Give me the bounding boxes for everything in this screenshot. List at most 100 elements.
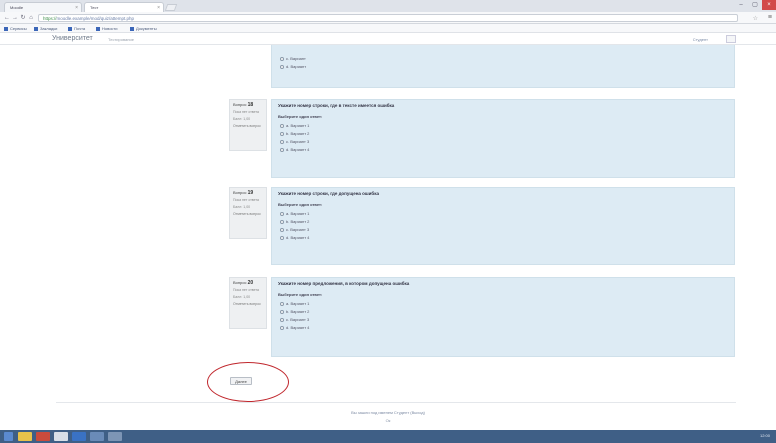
question-number: Вопрос 18: [233, 102, 254, 108]
tab-label: Тест: [90, 5, 99, 10]
avatar[interactable]: [726, 35, 736, 43]
radio-icon[interactable]: [280, 148, 284, 152]
question-score: Балл: 1,00: [233, 205, 251, 209]
radio-icon[interactable]: [280, 228, 284, 232]
bookmarks-bar: Сервисы Закладки Почта Новости Документы: [0, 24, 776, 33]
answer-prompt: Выберите один ответ:: [278, 292, 323, 297]
radio-icon[interactable]: [280, 140, 284, 144]
answer-option[interactable]: c. Вариант 3: [278, 316, 728, 324]
user-menu-link[interactable]: Студент: [693, 37, 708, 42]
app-icon[interactable]: [108, 432, 122, 441]
radio-icon[interactable]: [280, 132, 284, 136]
answer-option[interactable]: d. Вариант 4: [278, 234, 728, 242]
start-button[interactable]: [4, 432, 13, 441]
question-text: Укажите номер предложения, в котором доп…: [278, 281, 410, 286]
answer-option[interactable]: a. Вариант 1: [278, 210, 728, 218]
answer-option[interactable]: b. Вариант 2: [278, 130, 728, 138]
answer-prompt: Выберите один ответ:: [278, 202, 323, 207]
bookmark-item[interactable]: Закладки: [34, 26, 57, 31]
browser-icon[interactable]: [36, 432, 50, 441]
question-status: Пока нет ответа: [233, 288, 259, 292]
radio-icon[interactable]: [280, 220, 284, 224]
media-icon[interactable]: [54, 432, 68, 441]
answer-option[interactable]: d. Вариант 4: [278, 146, 728, 154]
bookmark-icon: [130, 26, 134, 31]
footer-divider: [56, 402, 736, 403]
question-content: Укажите номер строки, где допущена ошибк…: [271, 187, 735, 265]
bookmark-item[interactable]: Документы: [130, 26, 157, 31]
back-icon[interactable]: ←: [4, 15, 10, 21]
bookmark-icon: [4, 26, 8, 31]
answer-option[interactable]: a. Вариант 1: [278, 300, 728, 308]
maximize-icon[interactable]: ▢: [748, 0, 762, 10]
question-info: Вопрос 20 Пока нет ответа Балл: 1,00 Отм…: [229, 277, 267, 329]
question-info: Вопрос 18 Пока нет ответа Балл: 1,00 Отм…: [229, 99, 267, 151]
word-icon[interactable]: [72, 432, 86, 441]
forward-icon[interactable]: →: [12, 15, 18, 21]
question-content: Укажите номер строки, где в тексте имеет…: [271, 99, 735, 178]
bookmark-item[interactable]: Почта: [68, 26, 85, 31]
url-text: moodle.example/mod/quiz/attempt.php: [56, 16, 135, 21]
question-info: Вопрос 19 Пока нет ответа Балл: 1,00 Отм…: [229, 187, 267, 239]
new-tab-button[interactable]: [164, 4, 178, 11]
radio-icon[interactable]: [280, 318, 284, 322]
answer-option[interactable]: d. Вариант: [278, 63, 728, 71]
answer-option[interactable]: b. Вариант 2: [278, 218, 728, 226]
close-icon[interactable]: ×: [75, 5, 78, 11]
radio-icon[interactable]: [280, 212, 284, 216]
login-info[interactable]: Вы зашли под именем Студент (Выход): [0, 410, 776, 415]
question-status: Пока нет ответа: [233, 110, 259, 114]
app-icon[interactable]: [90, 432, 104, 441]
question-content: Укажите номер предложения, в котором доп…: [271, 277, 735, 357]
radio-icon[interactable]: [280, 124, 284, 128]
highlight-ellipse: [207, 362, 289, 402]
bookmark-icon: [96, 26, 100, 31]
radio-icon[interactable]: [280, 65, 284, 69]
menu-icon[interactable]: ≡: [768, 14, 772, 21]
site-subtitle: Тестирование: [108, 37, 134, 42]
bookmark-item[interactable]: Новости: [96, 26, 117, 31]
radio-icon[interactable]: [280, 302, 284, 306]
radio-icon[interactable]: [280, 326, 284, 330]
radio-icon[interactable]: [280, 57, 284, 61]
footer-sub[interactable]: Ок: [0, 418, 776, 423]
previous-question-content: c. Вариант d. Вариант: [271, 45, 735, 88]
close-window-icon[interactable]: ×: [762, 0, 776, 10]
home-icon[interactable]: ⌂: [28, 15, 34, 21]
bookmark-item[interactable]: Сервисы: [4, 26, 27, 31]
taskbar: 12:00: [0, 430, 776, 443]
flag-question-link[interactable]: Отметить вопрос: [233, 212, 263, 217]
address-bar[interactable]: https://moodle.example/mod/quiz/attempt.…: [38, 14, 738, 22]
answer-option[interactable]: b. Вариант 2: [278, 308, 728, 316]
question-status: Пока нет ответа: [233, 198, 259, 202]
bookmark-star-icon[interactable]: ☆: [753, 15, 758, 22]
radio-icon[interactable]: [280, 310, 284, 314]
flag-question-link[interactable]: Отметить вопрос: [233, 124, 263, 129]
question-score: Балл: 1,00: [233, 117, 251, 121]
tab-label: Moodle: [10, 5, 24, 10]
minimize-icon[interactable]: –: [734, 0, 748, 10]
answer-option[interactable]: c. Вариант 3: [278, 138, 728, 146]
question-number: Вопрос 20: [233, 280, 254, 286]
answer-option[interactable]: d. Вариант 4: [278, 324, 728, 332]
browser-toolbar: ← → ↻ ⌂ https://moodle.example/mod/quiz/…: [0, 12, 776, 24]
reload-icon[interactable]: ↻: [20, 15, 26, 21]
question-text: Укажите номер строки, где в тексте имеет…: [278, 103, 395, 108]
browser-tab[interactable]: Moodle ×: [4, 2, 82, 12]
question-text: Укажите номер строки, где допущена ошибк…: [278, 191, 379, 196]
explorer-icon[interactable]: [18, 432, 32, 441]
answer-option[interactable]: c. Вариант: [278, 55, 728, 63]
site-logo[interactable]: Университет: [52, 35, 93, 42]
system-clock[interactable]: 12:00: [760, 433, 770, 438]
radio-icon[interactable]: [280, 236, 284, 240]
answer-option[interactable]: a. Вариант 1: [278, 122, 728, 130]
tab-strip: Moodle × Тест × – ▢ ×: [0, 0, 776, 12]
browser-tab-active[interactable]: Тест ×: [84, 2, 164, 12]
flag-question-link[interactable]: Отметить вопрос: [233, 302, 263, 307]
question-score: Балл: 1,00: [233, 295, 251, 299]
answer-option[interactable]: c. Вариант 3: [278, 226, 728, 234]
question-number: Вопрос 19: [233, 190, 254, 196]
bookmark-icon: [34, 26, 38, 31]
close-icon[interactable]: ×: [157, 5, 160, 11]
bookmark-icon: [68, 26, 72, 31]
